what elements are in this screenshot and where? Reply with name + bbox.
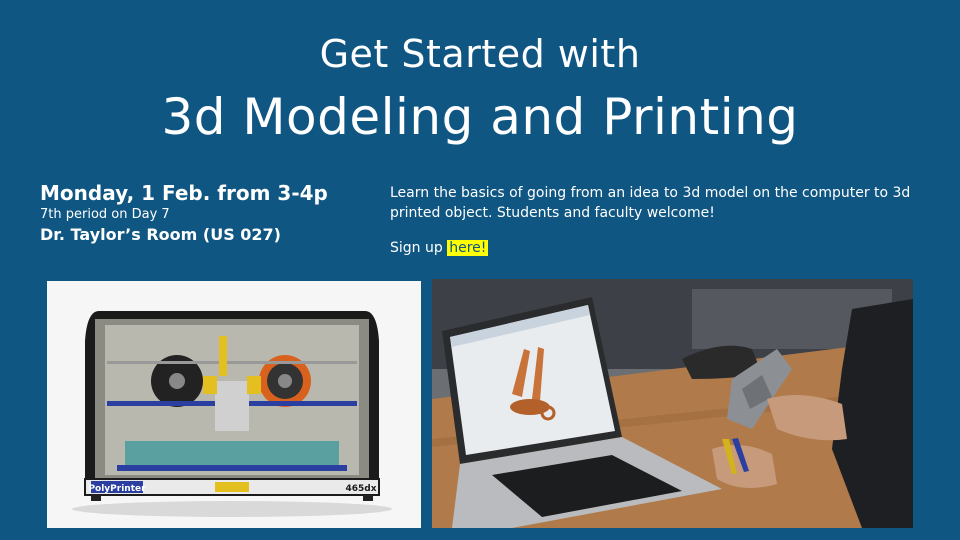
event-period: 7th period on Day 7 xyxy=(40,207,170,222)
printer-photo: PolyPrinter 465dx xyxy=(47,281,421,528)
title-line-2: 3d Modeling and Printing xyxy=(161,88,799,146)
signup-link[interactable]: here! xyxy=(447,240,489,256)
printer-illustration: PolyPrinter 465dx xyxy=(47,281,421,528)
event-room: Dr. Taylor’s Room (US 027) xyxy=(40,225,281,244)
event-description: Learn the basics of going from an idea t… xyxy=(390,185,911,221)
signup-prefix: Sign up xyxy=(390,240,448,256)
event-date: Monday, 1 Feb. from 3-4p xyxy=(40,181,328,205)
signup-line: Sign up here! xyxy=(390,240,489,256)
event-info: Monday, 1 Feb. from 3-4p 7th period on D… xyxy=(40,180,360,246)
title-line-1: Get Started with xyxy=(319,32,641,76)
modeling-photo xyxy=(432,279,913,528)
printer-brand-label: PolyPrinter xyxy=(88,484,146,494)
laptop-illustration xyxy=(432,279,913,528)
printer-model-label: 465dx xyxy=(345,484,376,494)
